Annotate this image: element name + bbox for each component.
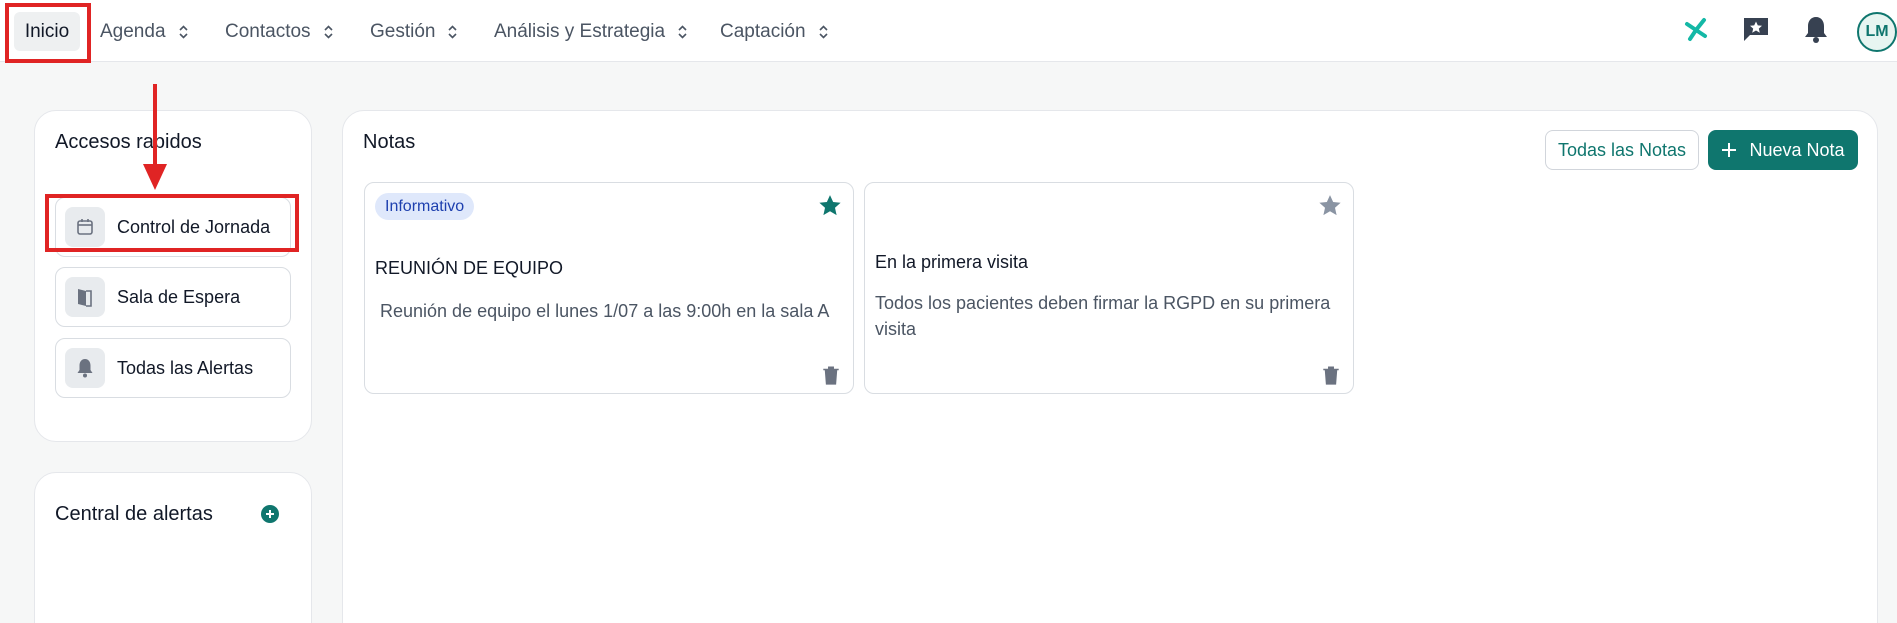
avatar-initials: LM [1865, 23, 1889, 40]
bell-icon[interactable] [1801, 14, 1831, 44]
all-notes-button[interactable]: Todas las Notas [1545, 130, 1699, 170]
docplanner-logo-icon[interactable] [1681, 14, 1711, 44]
avatar[interactable]: LM [1857, 12, 1897, 52]
nav-label: Gestión [370, 20, 436, 42]
quick-access-label: Sala de Espera [117, 286, 241, 307]
note-title: REUNIÓN DE EQUIPO [375, 258, 564, 278]
star-filled-icon[interactable] [817, 193, 843, 219]
quick-access-sala-espera[interactable]: Sala de Espera [55, 267, 291, 327]
chevron-updown-icon [818, 24, 828, 39]
note-badge: Informativo [375, 193, 475, 220]
add-alert-icon[interactable] [261, 505, 279, 523]
new-note-button[interactable]: Nueva Nota [1708, 130, 1858, 170]
nav-item-agenda[interactable]: Agenda [100, 12, 188, 51]
highlight-box [5, 3, 91, 63]
annotation-arrow [143, 84, 167, 190]
note-body: Todos los pacientes deben firmar la RGPD… [875, 293, 1331, 339]
nav-item-analisis[interactable]: Análisis y Estrategia [494, 12, 687, 51]
notes-title: Notas [363, 131, 416, 153]
highlight-box [45, 194, 299, 252]
top-navbar: Inicio Agenda Contactos Gestión Análisis… [0, 0, 1897, 62]
note-body: Reunión de equipo el lunes 1/07 a las 9:… [380, 301, 830, 321]
quick-access-label: Todas las Alertas [117, 357, 254, 378]
chevron-updown-icon [448, 24, 458, 39]
trash-icon[interactable] [820, 364, 842, 386]
quick-access-panel: Accesos rapidos Control de Jornada Sala … [34, 110, 312, 442]
nav-label: Análisis y Estrategia [494, 20, 666, 42]
trash-icon[interactable] [1320, 364, 1342, 386]
nav-item-captacion[interactable]: Captación [720, 12, 828, 51]
alerts-center-title: Central de alertas [55, 503, 213, 525]
quick-access-todas-alertas[interactable]: Todas las Alertas [55, 338, 291, 398]
feedback-star-icon[interactable] [1741, 14, 1771, 44]
nav-item-contactos[interactable]: Contactos [225, 12, 333, 51]
new-note-label: Nueva Nota [1749, 139, 1845, 160]
star-outline-icon[interactable] [1317, 193, 1343, 219]
quick-access-title: Accesos rapidos [55, 131, 202, 153]
chevron-updown-icon [678, 24, 687, 39]
chevron-updown-icon [323, 24, 333, 39]
plus-icon [1722, 143, 1737, 157]
door-icon [65, 277, 105, 317]
note-title: En la primera visita [875, 252, 1029, 272]
nav-label: Contactos [225, 20, 311, 42]
note-card[interactable]: En la primera visita Todos los pacientes… [864, 182, 1354, 394]
note-card[interactable]: Informativo REUNIÓN DE EQUIPO Reunión de… [364, 182, 854, 394]
alerts-center-panel: Central de alertas [34, 472, 312, 623]
chevron-updown-icon [178, 24, 188, 39]
nav-label: Agenda [100, 20, 166, 42]
nav-item-gestion[interactable]: Gestión [370, 12, 458, 51]
nav-label: Captación [720, 20, 806, 42]
bell-icon [65, 348, 105, 388]
